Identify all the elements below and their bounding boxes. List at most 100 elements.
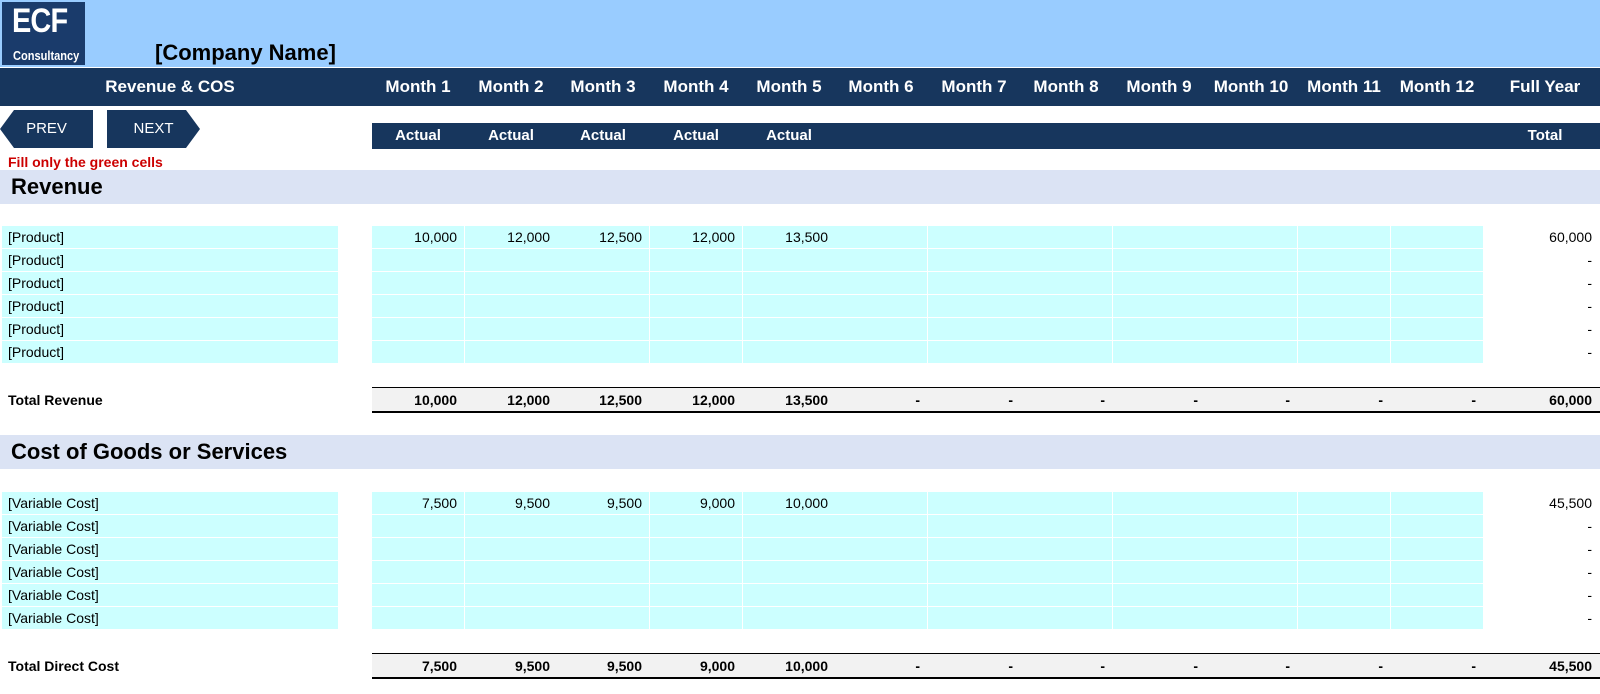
cos-input-cell[interactable] (1298, 607, 1390, 629)
cos-input-cell[interactable] (1391, 561, 1483, 583)
revenue-input-cell[interactable] (928, 272, 1020, 294)
cos-row-label[interactable]: [Variable Cost] (2, 515, 338, 537)
revenue-row-label[interactable]: [Product] (2, 272, 338, 294)
cos-input-cell[interactable] (1205, 515, 1297, 537)
revenue-input-cell[interactable] (1391, 341, 1483, 363)
revenue-input-cell[interactable] (743, 249, 835, 271)
cos-input-cell[interactable] (928, 492, 1020, 514)
revenue-input-cell[interactable] (1205, 318, 1297, 340)
cos-input-cell[interactable] (1113, 584, 1205, 606)
revenue-input-cell[interactable] (557, 341, 649, 363)
cos-input-cell[interactable] (1113, 492, 1205, 514)
cos-input-cell[interactable] (1298, 561, 1390, 583)
cos-input-cell[interactable] (465, 561, 557, 583)
cos-input-cell[interactable] (650, 584, 742, 606)
revenue-input-cell[interactable] (372, 295, 464, 317)
revenue-input-cell[interactable] (743, 295, 835, 317)
revenue-input-cell[interactable] (1113, 341, 1205, 363)
revenue-input-cell[interactable] (465, 249, 557, 271)
cos-input-cell[interactable] (465, 607, 557, 629)
revenue-input-cell[interactable] (1298, 249, 1390, 271)
revenue-input-cell[interactable] (1205, 272, 1297, 294)
cos-input-cell[interactable] (835, 561, 927, 583)
cos-input-cell[interactable] (465, 515, 557, 537)
revenue-input-cell[interactable] (743, 341, 835, 363)
cos-input-cell[interactable] (557, 538, 649, 560)
revenue-input-cell[interactable] (835, 226, 927, 248)
revenue-input-cell[interactable] (650, 295, 742, 317)
cos-input-cell[interactable] (465, 584, 557, 606)
cos-input-cell[interactable] (557, 515, 649, 537)
cos-input-cell[interactable] (928, 561, 1020, 583)
revenue-input-cell[interactable] (835, 341, 927, 363)
cos-input-cell[interactable] (1020, 515, 1112, 537)
cos-input-cell[interactable] (1205, 584, 1297, 606)
revenue-input-cell[interactable] (1020, 226, 1112, 248)
revenue-input-cell[interactable] (372, 249, 464, 271)
cos-input-cell[interactable] (835, 607, 927, 629)
cos-input-cell[interactable] (1391, 584, 1483, 606)
revenue-input-cell[interactable] (1205, 249, 1297, 271)
revenue-input-cell[interactable] (1298, 341, 1390, 363)
revenue-input-cell[interactable] (1391, 249, 1483, 271)
cos-input-cell[interactable] (372, 561, 464, 583)
revenue-input-cell[interactable] (1113, 272, 1205, 294)
cos-row-label[interactable]: [Variable Cost] (2, 561, 338, 583)
cos-input-cell[interactable] (1205, 607, 1297, 629)
revenue-input-cell[interactable] (1205, 226, 1297, 248)
revenue-input-cell[interactable] (1298, 318, 1390, 340)
revenue-input-cell[interactable] (372, 318, 464, 340)
cos-input-cell[interactable] (372, 607, 464, 629)
cos-input-cell[interactable] (1020, 584, 1112, 606)
cos-input-cell[interactable] (1020, 607, 1112, 629)
cos-input-cell[interactable] (928, 515, 1020, 537)
cos-input-cell[interactable] (1391, 515, 1483, 537)
revenue-input-cell[interactable] (1205, 341, 1297, 363)
revenue-input-cell[interactable] (928, 295, 1020, 317)
revenue-input-cell[interactable] (1020, 272, 1112, 294)
revenue-input-cell[interactable]: 13,500 (743, 226, 835, 248)
revenue-input-cell[interactable] (650, 249, 742, 271)
revenue-input-cell[interactable] (465, 318, 557, 340)
revenue-input-cell[interactable] (1205, 295, 1297, 317)
cos-input-cell[interactable] (1205, 492, 1297, 514)
cos-input-cell[interactable] (1020, 538, 1112, 560)
cos-input-cell[interactable] (650, 515, 742, 537)
cos-input-cell[interactable] (743, 515, 835, 537)
revenue-input-cell[interactable] (650, 318, 742, 340)
revenue-input-cell[interactable] (1391, 226, 1483, 248)
revenue-row-label[interactable]: [Product] (2, 318, 338, 340)
cos-input-cell[interactable] (1113, 538, 1205, 560)
revenue-input-cell[interactable] (928, 226, 1020, 248)
revenue-input-cell[interactable]: 12,000 (650, 226, 742, 248)
revenue-input-cell[interactable] (1113, 226, 1205, 248)
revenue-input-cell[interactable] (465, 295, 557, 317)
revenue-input-cell[interactable] (557, 295, 649, 317)
revenue-input-cell[interactable] (1020, 249, 1112, 271)
revenue-input-cell[interactable] (743, 318, 835, 340)
revenue-input-cell[interactable]: 12,000 (465, 226, 557, 248)
cos-input-cell[interactable] (928, 584, 1020, 606)
cos-input-cell[interactable] (1391, 538, 1483, 560)
cos-input-cell[interactable]: 9,000 (650, 492, 742, 514)
revenue-row-label[interactable]: [Product] (2, 341, 338, 363)
revenue-input-cell[interactable] (1391, 295, 1483, 317)
revenue-input-cell[interactable] (1020, 341, 1112, 363)
revenue-input-cell[interactable] (557, 249, 649, 271)
revenue-input-cell[interactable] (1391, 272, 1483, 294)
cos-input-cell[interactable] (1298, 538, 1390, 560)
cos-input-cell[interactable] (1113, 515, 1205, 537)
revenue-row-label[interactable]: [Product] (2, 249, 338, 271)
revenue-input-cell[interactable] (928, 249, 1020, 271)
revenue-input-cell[interactable] (1391, 318, 1483, 340)
cos-input-cell[interactable] (743, 538, 835, 560)
cos-input-cell[interactable] (650, 607, 742, 629)
revenue-input-cell[interactable]: 12,500 (557, 226, 649, 248)
cos-row-label[interactable]: [Variable Cost] (2, 584, 338, 606)
cos-input-cell[interactable] (928, 607, 1020, 629)
cos-input-cell[interactable] (835, 538, 927, 560)
next-button[interactable]: NEXT (107, 110, 200, 148)
cos-input-cell[interactable] (465, 538, 557, 560)
cos-input-cell[interactable] (372, 515, 464, 537)
cos-input-cell[interactable] (650, 561, 742, 583)
